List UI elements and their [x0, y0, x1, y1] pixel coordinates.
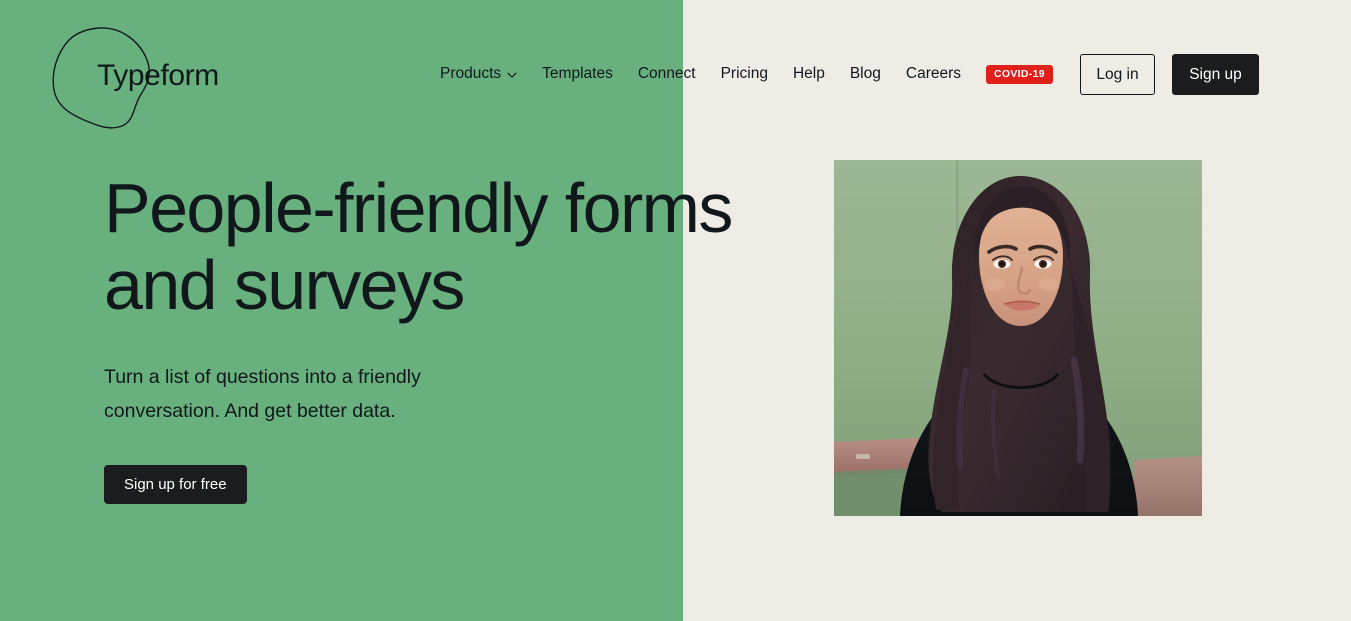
nav-item-help-label: Help — [792, 65, 825, 83]
logo-wordmark: Typeform — [97, 59, 219, 92]
nav-item-blog-label: Blog — [849, 65, 881, 83]
typeform-logo[interactable]: Typeform — [52, 26, 262, 134]
covid-19-badge[interactable]: COVID-19 — [986, 64, 1053, 84]
page-root: Typeform Products Templates Connect Pric… — [0, 0, 1351, 621]
nav-item-products[interactable]: Products — [440, 66, 517, 82]
sign-up-for-free-button[interactable]: Sign up for free — [104, 465, 247, 505]
hero-portrait-image — [834, 160, 1202, 516]
log-in-button[interactable]: Log in — [1080, 54, 1155, 95]
nav-item-pricing[interactable]: Pricing — [721, 66, 768, 82]
site-header: Typeform Products Templates Connect Pric… — [0, 0, 1351, 150]
nav-item-templates[interactable]: Templates — [542, 66, 613, 82]
nav-item-careers[interactable]: Careers — [906, 66, 961, 82]
chevron-down-icon — [507, 70, 517, 80]
auth-actions: Log in Sign up — [1080, 54, 1259, 95]
nav-item-pricing-label: Pricing — [720, 65, 768, 83]
hero-content: People-friendly forms and surveys Turn a… — [104, 169, 744, 505]
sign-up-button[interactable]: Sign up — [1172, 54, 1259, 95]
hero-subtitle: Turn a list of questions into a friendly… — [104, 366, 421, 422]
nav-item-products-label: Products — [440, 65, 502, 83]
page-title: People-friendly forms and surveys — [104, 169, 733, 324]
primary-nav: Products Templates Connect Pricing Help — [440, 59, 1053, 89]
nav-item-connect-label: Connect — [637, 65, 696, 83]
nav-item-blog[interactable]: Blog — [850, 66, 881, 82]
nav-item-careers-label: Careers — [905, 65, 962, 83]
nav-item-connect[interactable]: Connect — [638, 66, 696, 82]
nav-item-help[interactable]: Help — [793, 66, 825, 82]
nav-item-templates-label: Templates — [542, 65, 613, 83]
